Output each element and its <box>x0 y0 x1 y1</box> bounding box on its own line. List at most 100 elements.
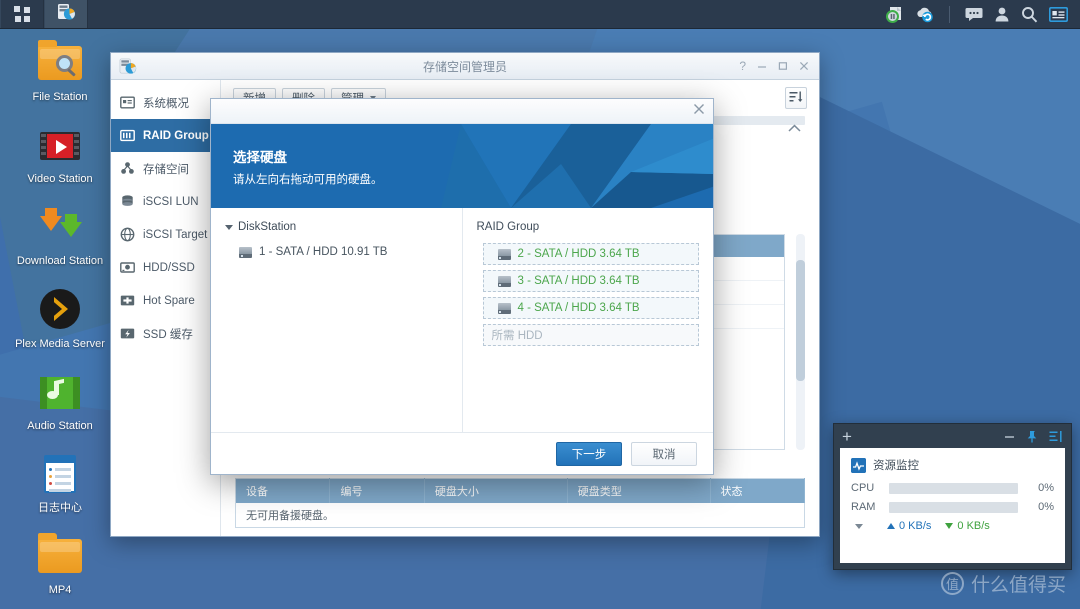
close-button[interactable] <box>799 61 809 71</box>
taskbar-divider <box>949 5 950 23</box>
hdd-icon <box>239 246 252 258</box>
dialog-footer: 下一步 取消 <box>211 432 713 474</box>
film-play-icon <box>36 120 84 168</box>
expand-chevron-icon[interactable] <box>855 523 863 529</box>
desktop-icon-plex-media-server[interactable]: Plex Media Server <box>14 285 106 351</box>
content-scrollbar[interactable] <box>796 234 805 450</box>
help-button[interactable]: ? <box>739 60 746 72</box>
sidebar-item-hot-spare[interactable]: Hot Spare <box>111 284 220 317</box>
iscsi-lun-icon <box>120 194 135 209</box>
add-widget-button[interactable]: + <box>842 428 852 445</box>
window-title: 存储空间管理员 <box>422 59 507 74</box>
search-icon[interactable] <box>1021 6 1038 23</box>
storage-manager-sidebar: 系统概况 RAID Group 存储空间 iSCSI LUN iSCSI Tar… <box>111 80 221 536</box>
music-note-icon <box>36 367 84 415</box>
next-button-label: 下一步 <box>571 448 607 461</box>
desktop-icon-file-station[interactable]: File Station <box>14 38 106 104</box>
sidebar-item-overview[interactable]: 系统概况 <box>111 86 220 119</box>
chat-bubble-icon[interactable] <box>965 6 983 22</box>
ram-bar <box>889 501 1018 513</box>
sidebar-item-label: 系统概况 <box>143 97 189 110</box>
raid-slot[interactable]: 3 - SATA / HDD 3.64 TB <box>482 270 699 292</box>
sidebar-item-label: Hot Spare <box>143 294 195 307</box>
desktop-icon-log-center[interactable]: 日志中心 <box>14 449 106 515</box>
table-header-row: 设备 编号 硬盘大小 硬盘类型 状态 <box>235 478 805 503</box>
desktop-icon-audio-station[interactable]: Audio Station <box>14 367 106 433</box>
main-menu-button[interactable] <box>0 0 44 28</box>
column-header: 硬盘大小 <box>424 478 568 503</box>
widget-titlebar: + <box>834 424 1071 448</box>
minimize-button[interactable] <box>757 61 767 71</box>
resource-monitor-title-row: 资源监控 <box>851 457 1054 473</box>
raid-slot[interactable]: 4 - SATA / HDD 3.64 TB <box>482 297 699 319</box>
sidebar-item-iscsi-lun[interactable]: iSCSI LUN <box>111 185 220 218</box>
dialog-titlebar <box>211 99 713 124</box>
hdd-icon <box>497 248 511 260</box>
options-icon[interactable] <box>1049 430 1063 443</box>
sidebar-item-hdd-ssd[interactable]: HDD/SSD <box>111 251 220 284</box>
widget-controls <box>1004 430 1063 443</box>
storage-manager-titlebar[interactable]: 存储空间管理员 ? <box>111 53 819 80</box>
diskstation-label: DiskStation <box>238 221 297 233</box>
sidebar-item-label: iSCSI LUN <box>143 195 199 208</box>
cpu-label: CPU <box>851 482 875 494</box>
sidebar-item-label: 存储空间 <box>143 163 189 176</box>
desktop-icon-mp4[interactable]: MP4 <box>14 531 106 597</box>
user-icon[interactable] <box>994 6 1010 22</box>
sidebar-item-label: SSD 缓存 <box>143 328 193 341</box>
sort-button[interactable] <box>785 87 807 109</box>
taskbar-left-group <box>0 0 88 28</box>
desktop-icon-label: File Station <box>32 91 88 103</box>
desktop-icon-label: Video Station <box>27 173 93 186</box>
dialog-header-text: 选择硬盘 请从左向右拖动可用的硬盘。 <box>211 124 713 187</box>
desktop-icon-download-station[interactable]: Download Station <box>14 202 106 268</box>
desktop-icon-video-station[interactable]: Video Station <box>14 120 106 186</box>
maximize-button[interactable] <box>778 61 788 71</box>
available-disk-item[interactable]: 1 - SATA / HDD 10.91 TB <box>225 243 448 261</box>
column-header: 设备 <box>235 478 331 503</box>
storage-manager-icon <box>57 2 76 26</box>
raid-group-panel: RAID Group 2 - SATA / HDD 3.64 TB 3 - SA… <box>463 208 714 432</box>
resource-monitor-title: 资源监控 <box>873 460 919 472</box>
sidebar-item-raid-group[interactable]: RAID Group <box>111 119 220 152</box>
select-disk-dialog: 选择硬盘 请从左向右拖动可用的硬盘。 DiskStation 1 - SATA … <box>210 98 714 475</box>
next-button[interactable]: 下一步 <box>556 441 622 466</box>
storage-pool-icon <box>120 161 135 176</box>
backup-pause-icon[interactable] <box>886 6 904 23</box>
cpu-row: CPU 0% <box>851 482 1054 494</box>
sidebar-item-ssd-cache[interactable]: SSD 缓存 <box>111 317 220 350</box>
sidebar-item-label: RAID Group <box>143 129 209 142</box>
chevron-down-icon <box>225 224 233 230</box>
desktop-icon-label: Audio Station <box>27 419 93 432</box>
sidebar-item-storage-pool[interactable]: 存储空间 <box>111 152 220 185</box>
cpu-value: 0% <box>1038 482 1054 494</box>
cancel-button[interactable]: 取消 <box>631 441 697 466</box>
minimize-widget-button[interactable] <box>1004 431 1015 442</box>
dialog-heading: 选择硬盘 <box>233 150 287 165</box>
upload-arrow-icon <box>887 523 895 529</box>
pin-icon[interactable] <box>1026 430 1038 443</box>
ram-row: RAM 0% <box>851 501 1054 513</box>
folder-icon <box>36 531 84 579</box>
notification-card-icon[interactable] <box>1049 6 1068 22</box>
ssd-cache-icon <box>120 326 135 341</box>
taskbar <box>0 0 1080 29</box>
raid-group-panel-title: RAID Group <box>476 221 540 233</box>
cloud-sync-icon[interactable] <box>915 6 934 23</box>
network-row: 0 KB/s 0 KB/s <box>851 520 1054 532</box>
raid-slot-label: 4 - SATA / HDD 3.64 TB <box>517 302 640 314</box>
collapse-chevron-icon[interactable] <box>788 124 801 136</box>
available-disks-panel: DiskStation 1 - SATA / HDD 10.91 TB <box>211 208 463 432</box>
sidebar-item-iscsi-target[interactable]: iSCSI Target <box>111 218 220 251</box>
hdd-ssd-icon <box>120 260 135 275</box>
sidebar-item-label: iSCSI Target <box>143 228 208 241</box>
raid-slot-label: 3 - SATA / HDD 3.64 TB <box>517 275 640 287</box>
dialog-close-icon[interactable] <box>693 103 705 119</box>
raid-slot-empty[interactable]: 所需 HDD <box>482 324 699 346</box>
storage-manager-task-button[interactable] <box>44 0 88 28</box>
raid-slot[interactable]: 2 - SATA / HDD 3.64 TB <box>482 243 699 265</box>
desktop-icon-list: File Station Video Station Download Stat… <box>14 38 106 609</box>
raid-slot-label: 所需 HDD <box>491 330 543 342</box>
taskbar-right-group <box>886 0 1080 28</box>
diskstation-tree-header[interactable]: DiskStation <box>225 221 448 233</box>
